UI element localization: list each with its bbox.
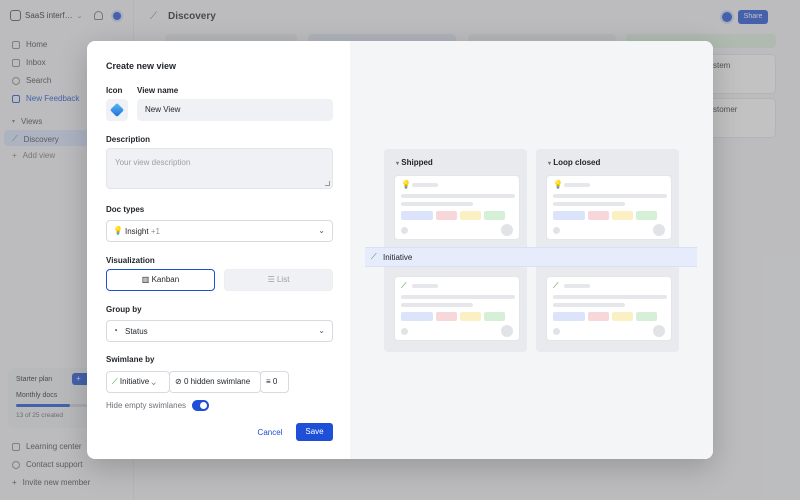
preview-tag <box>401 312 433 321</box>
preview-tag <box>612 312 633 321</box>
preview-tag <box>636 211 657 220</box>
preview-tag <box>436 312 457 321</box>
chevron-down-icon: ⌄ <box>318 326 325 335</box>
view-icon-picker[interactable] <box>106 99 128 121</box>
preview-column-title: ▾ Shipped <box>396 158 433 167</box>
preview-tag <box>588 211 609 220</box>
chevron-down-icon: ⌄ <box>318 226 325 235</box>
diamond-icon <box>109 102 125 118</box>
preview-tag <box>460 211 481 220</box>
preview-column-title: ▾ Loop closed <box>548 158 600 167</box>
preview-card: ⟋ <box>394 276 520 341</box>
leaf-icon: ⟋ <box>401 281 407 290</box>
doc-types-value: Insight <box>125 227 149 236</box>
caret-down-icon: ▾ <box>548 161 552 167</box>
swimlane-select[interactable]: ⟋ Initiative ⌄ <box>106 371 170 393</box>
preview-card: 💡 <box>546 175 672 240</box>
group-by-select[interactable]: ◔ Status ⌄ <box>106 320 333 342</box>
list-icon: ☰ <box>267 275 275 284</box>
description-textarea[interactable]: Your view description <box>106 148 333 189</box>
eye-off-icon: ⊘ <box>175 377 182 386</box>
save-button[interactable]: Save <box>296 423 333 441</box>
modal-title: Create new view <box>106 61 177 71</box>
preview-tag <box>460 312 481 321</box>
hidden-swimlane-label: 0 hidden swimlane <box>183 377 251 386</box>
list-label: List <box>276 275 290 284</box>
status-icon: ◔ <box>113 326 118 335</box>
view-preview: ▾ Shipped 💡 ⟋ ▾ Loop closed 💡 ⟋ ⟋ Initia… <box>350 41 713 459</box>
visualization-list-button[interactable]: ☰ List <box>224 269 333 291</box>
doc-types-extra-count: +1 <box>150 227 160 236</box>
view-name-input[interactable]: New View <box>137 99 333 121</box>
description-placeholder: Your view description <box>115 158 191 167</box>
group-by-label: Group by <box>106 305 142 314</box>
hide-empty-toggle[interactable] <box>192 400 209 411</box>
resize-handle-icon[interactable] <box>325 181 330 186</box>
leaf-icon: ⟋ <box>112 377 118 386</box>
column-label: Loop closed <box>553 158 601 167</box>
preview-tag <box>612 211 633 220</box>
column-label: Shipped <box>401 158 433 167</box>
hide-empty-label: Hide empty swimlanes <box>106 401 187 410</box>
visualization-label: Visualization <box>106 256 155 265</box>
hidden-swimlane-button[interactable]: ⊘ 0 hidden swimlane <box>169 371 261 393</box>
visualization-kanban-button[interactable]: ▥ Kanban <box>106 269 215 291</box>
swimlane-by-label: Swimlane by <box>106 355 155 364</box>
icon-label: Icon <box>106 86 123 95</box>
preview-card: ⟋ <box>546 276 672 341</box>
description-label: Description <box>106 135 151 144</box>
preview-swimlane: ⟋ Initiative <box>365 247 697 267</box>
lightbulb-icon: 💡 <box>553 180 563 189</box>
toggle-knob <box>200 402 207 409</box>
doc-types-label: Doc types <box>106 205 145 214</box>
swimlane-value: Initiative <box>119 377 150 386</box>
kanban-icon: ▥ <box>141 275 150 284</box>
leaf-icon: ⟋ <box>553 281 559 290</box>
lightbulb-icon: 💡 <box>401 180 411 189</box>
cancel-button[interactable]: Cancel <box>250 424 290 442</box>
preview-tag <box>436 211 457 220</box>
preview-tag <box>484 211 505 220</box>
filter-count: 0 <box>272 377 278 386</box>
preview-tag <box>401 211 433 220</box>
preview-tag <box>636 312 657 321</box>
doc-types-select[interactable]: 💡 Insight +1 ⌄ <box>106 220 333 242</box>
kanban-label: Kanban <box>151 275 180 284</box>
filter-button[interactable]: ≡ 0 <box>260 371 289 393</box>
lightbulb-icon: 💡 <box>113 226 123 235</box>
leaf-icon: ⟋ <box>371 252 377 261</box>
create-view-modal: Create new view Icon View name New View … <box>87 41 713 459</box>
preview-swimlane-label: Initiative <box>383 253 413 262</box>
filter-icon: ≡ <box>266 377 271 386</box>
preview-tag <box>553 211 585 220</box>
view-name-label: View name <box>137 86 179 95</box>
preview-tag <box>484 312 505 321</box>
chevron-down-icon: ⌄ <box>151 377 156 386</box>
preview-tag <box>588 312 609 321</box>
preview-card: 💡 <box>394 175 520 240</box>
preview-tag <box>553 312 585 321</box>
caret-down-icon: ▾ <box>396 161 400 167</box>
group-by-value: Status <box>125 327 148 336</box>
